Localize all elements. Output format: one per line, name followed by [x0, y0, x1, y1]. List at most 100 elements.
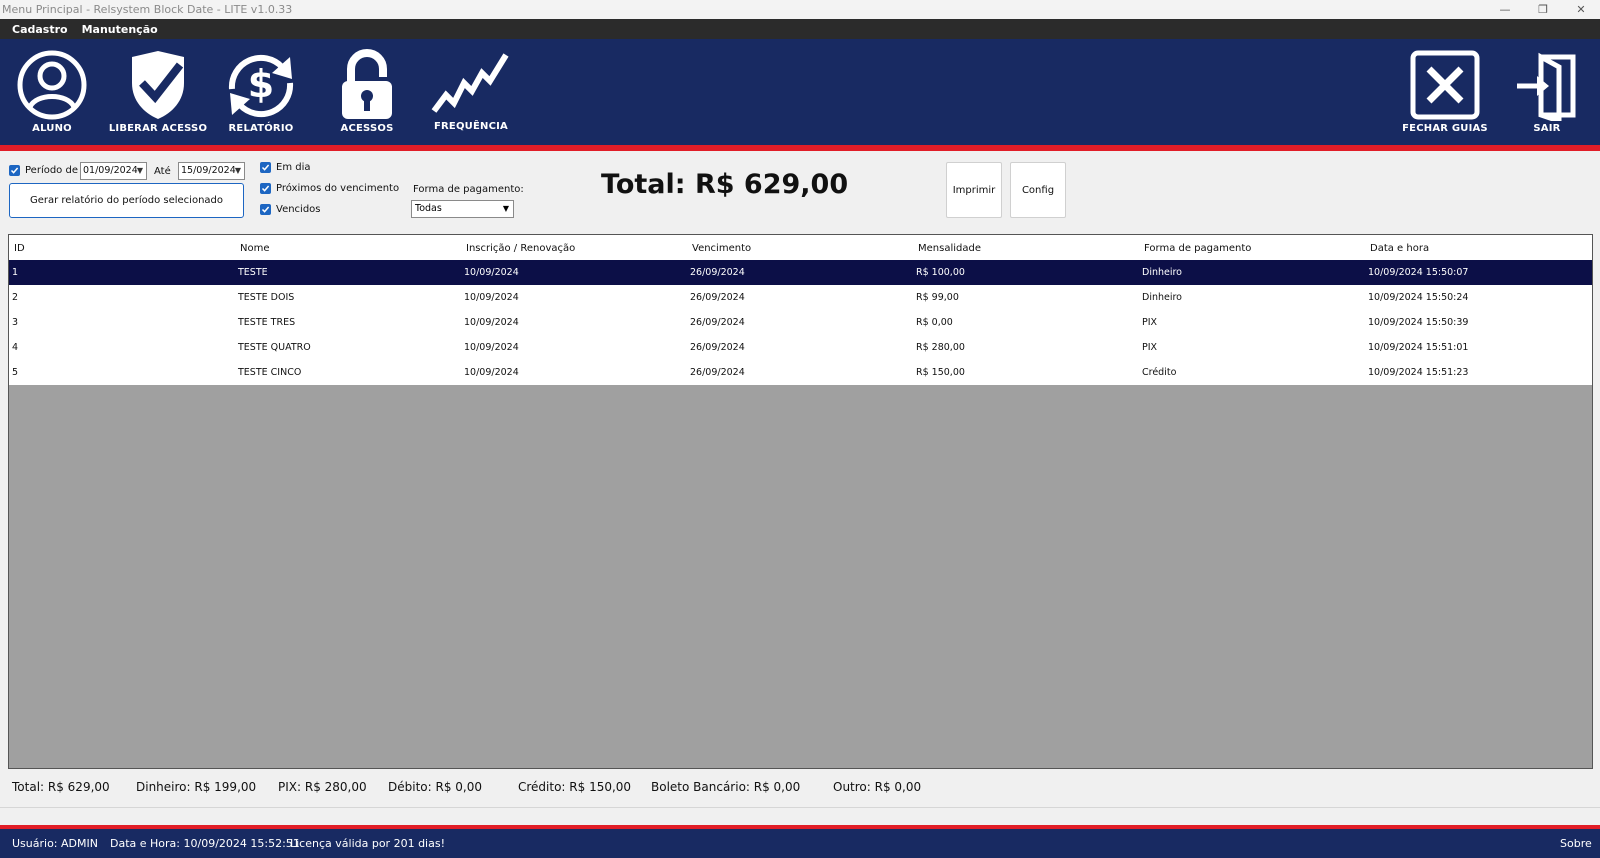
- cell-mensalidade: R$ 150,00: [916, 367, 965, 378]
- cell-inscricao: 10/09/2024: [464, 317, 519, 328]
- toolbar-divider: [0, 145, 1600, 151]
- summary-debito: Débito: R$ 0,00: [388, 780, 482, 794]
- summary-boleto: Boleto Bancário: R$ 0,00: [651, 780, 801, 794]
- cell-mensalidade: R$ 99,00: [916, 292, 959, 303]
- table-row[interactable]: 3 TESTE TRES 10/09/2024 26/09/2024 R$ 0,…: [9, 310, 1592, 335]
- cell-forma: PIX: [1142, 342, 1158, 353]
- column-header-nome[interactable]: Nome: [240, 235, 270, 260]
- cell-inscricao: 10/09/2024: [464, 342, 519, 353]
- acessos-label: ACESSOS: [340, 123, 394, 134]
- chevron-down-icon: ▼: [234, 166, 241, 175]
- chevron-down-icon: ▼: [136, 166, 143, 175]
- money-cycle-icon: $: [228, 54, 294, 118]
- cell-id: 2: [12, 292, 19, 303]
- relatorio-button[interactable]: $ RELATÓRIO: [220, 39, 302, 145]
- cell-datahora: 10/09/2024 15:50:24: [1368, 292, 1469, 303]
- config-button[interactable]: Config: [1010, 162, 1066, 218]
- vencidos-label: Vencidos: [276, 204, 321, 215]
- date-to-picker[interactable]: 15/09/2024 ▼: [178, 162, 245, 180]
- aluno-button[interactable]: ALUNO: [14, 39, 90, 145]
- summary-credito: Crédito: R$ 150,00: [518, 780, 632, 794]
- cell-inscricao: 10/09/2024: [464, 292, 519, 303]
- cell-nome: TESTE CINCO: [238, 367, 302, 378]
- trend-chart-icon: [431, 53, 509, 113]
- cell-forma: Dinheiro: [1142, 292, 1182, 303]
- minimize-button[interactable]: —: [1486, 0, 1524, 19]
- gerar-relatorio-button[interactable]: Gerar relatório do período selecionado: [9, 183, 244, 218]
- frequencia-label: FREQUÊNCIA: [434, 121, 508, 132]
- restore-button[interactable]: ❐: [1524, 0, 1562, 19]
- window-titlebar: Menu Principal - Relsystem Block Date - …: [0, 0, 1600, 19]
- imprimir-button[interactable]: Imprimir: [946, 162, 1002, 218]
- em-dia-checkbox[interactable]: Em dia: [260, 162, 311, 173]
- column-header-mensalidade[interactable]: Mensalidade: [918, 235, 981, 260]
- summary-outro: Outro: R$ 0,00: [833, 780, 922, 794]
- main-toolbar: ALUNO LIBERAR ACESSO $ RELATÓRIO ACESSOS: [0, 39, 1600, 145]
- cell-id: 3: [12, 317, 19, 328]
- close-window-button[interactable]: ✕: [1562, 0, 1600, 19]
- status-datahora: Data e Hora: 10/09/2024 15:52:51: [110, 837, 300, 850]
- cell-vencimento: 26/09/2024: [690, 267, 745, 278]
- menu-bar: Cadastro Manutenção: [0, 19, 1600, 39]
- forma-pagamento-select[interactable]: Todas ▼: [411, 200, 514, 218]
- liberar-acesso-button[interactable]: LIBERAR ACESSO: [109, 39, 207, 145]
- cell-datahora: 10/09/2024 15:51:01: [1368, 342, 1469, 353]
- frequencia-button[interactable]: FREQUÊNCIA: [430, 39, 512, 145]
- periodo-checkbox[interactable]: Período de: [9, 165, 78, 176]
- liberar-acesso-label: LIBERAR ACESSO: [108, 123, 208, 134]
- cell-mensalidade: R$ 100,00: [916, 267, 965, 278]
- cell-inscricao: 10/09/2024: [464, 367, 519, 378]
- user-icon: [17, 50, 87, 120]
- cell-datahora: 10/09/2024 15:51:23: [1368, 367, 1469, 378]
- table-row[interactable]: 5 TESTE CINCO 10/09/2024 26/09/2024 R$ 1…: [9, 360, 1592, 385]
- date-to-value: 15/09/2024: [181, 165, 236, 176]
- status-usuario: Usuário: ADMIN: [12, 837, 98, 850]
- cell-nome: TESTE TRES: [238, 317, 296, 328]
- chevron-down-icon: ▼: [502, 204, 509, 213]
- proximos-checkbox[interactable]: Próximos do vencimento: [260, 183, 399, 194]
- relatorio-label: RELATÓRIO: [228, 123, 294, 134]
- fechar-guias-button[interactable]: FECHAR GUIAS: [1402, 39, 1488, 145]
- column-header-forma[interactable]: Forma de pagamento: [1144, 235, 1251, 260]
- date-from-value: 01/09/2024: [83, 165, 138, 176]
- acessos-button[interactable]: ACESSOS: [334, 39, 400, 145]
- cell-forma: PIX: [1142, 317, 1158, 328]
- menu-manutencao[interactable]: Manutenção: [82, 23, 158, 36]
- table-row[interactable]: 1 TESTE 10/09/2024 26/09/2024 R$ 100,00 …: [9, 260, 1592, 285]
- checkbox-checked-icon: [260, 162, 271, 173]
- column-header-vencimento[interactable]: Vencimento: [692, 235, 751, 260]
- summary-dinheiro: Dinheiro: R$ 199,00: [136, 780, 257, 794]
- date-from-picker[interactable]: 01/09/2024 ▼: [80, 162, 147, 180]
- sair-button[interactable]: SAIR: [1510, 39, 1584, 145]
- total-display: Total: R$ 629,00: [601, 169, 849, 200]
- cell-id: 4: [12, 342, 19, 353]
- cell-forma: Dinheiro: [1142, 267, 1182, 278]
- cell-id: 1: [12, 267, 19, 278]
- cell-id: 5: [12, 367, 19, 378]
- cell-forma: Crédito: [1142, 367, 1177, 378]
- proximos-label: Próximos do vencimento: [276, 183, 400, 194]
- exit-door-icon: [1517, 52, 1576, 121]
- column-header-datahora[interactable]: Data e hora: [1370, 235, 1429, 260]
- fechar-guias-label: FECHAR GUIAS: [1402, 123, 1488, 134]
- window-controls: — ❐ ✕: [1486, 0, 1600, 19]
- window-title: Menu Principal - Relsystem Block Date - …: [2, 3, 293, 16]
- checkbox-checked-icon: [9, 165, 20, 176]
- vencidos-checkbox[interactable]: Vencidos: [260, 204, 321, 215]
- cell-vencimento: 26/09/2024: [690, 367, 745, 378]
- column-header-inscricao[interactable]: Inscrição / Renovação: [466, 235, 575, 260]
- cell-mensalidade: R$ 280,00: [916, 342, 965, 353]
- table-row[interactable]: 2 TESTE DOIS 10/09/2024 26/09/2024 R$ 99…: [9, 285, 1592, 310]
- column-header-id[interactable]: ID: [14, 235, 25, 260]
- table-header: ID Nome Inscrição / Renovação Vencimento…: [9, 235, 1592, 260]
- summary-total: Total: R$ 629,00: [12, 780, 110, 794]
- em-dia-label: Em dia: [276, 162, 311, 173]
- horizontal-scrollbar[interactable]: [0, 807, 1600, 825]
- menu-cadastro[interactable]: Cadastro: [12, 23, 68, 36]
- cell-vencimento: 26/09/2024: [690, 342, 745, 353]
- sobre-link[interactable]: Sobre: [1560, 829, 1592, 858]
- cell-datahora: 10/09/2024 15:50:07: [1368, 267, 1469, 278]
- table-row[interactable]: 4 TESTE QUATRO 10/09/2024 26/09/2024 R$ …: [9, 335, 1592, 360]
- checkbox-checked-icon: [260, 204, 271, 215]
- ate-label: Até: [154, 166, 171, 177]
